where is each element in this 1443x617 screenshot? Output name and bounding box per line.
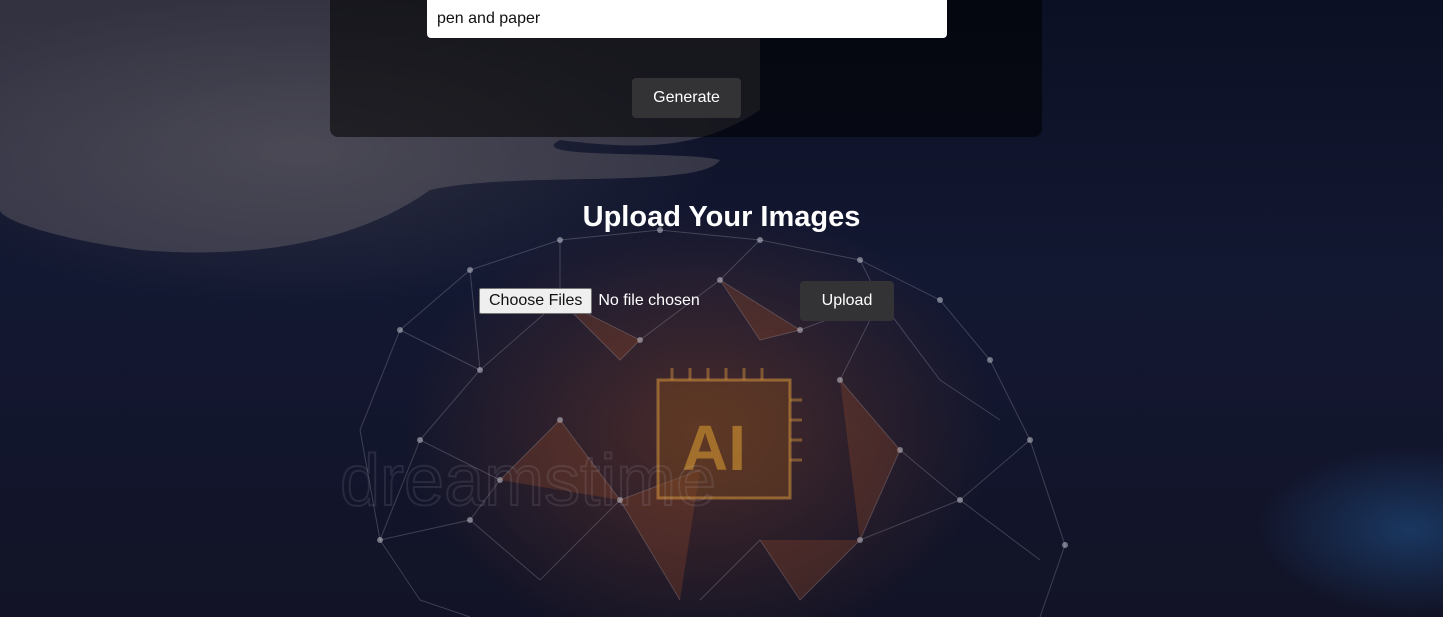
prompt-input[interactable] [427, 0, 947, 38]
generate-button[interactable]: Generate [632, 78, 741, 118]
file-input[interactable]: Choose Files No file chosen [479, 288, 700, 314]
watermark-text: dreamstime [340, 441, 716, 521]
upload-title: Upload Your Images [582, 201, 861, 233]
choose-files-button[interactable]: Choose Files [479, 288, 593, 314]
upload-button[interactable]: Upload [800, 281, 894, 321]
file-status-text: No file chosen [598, 292, 700, 309]
